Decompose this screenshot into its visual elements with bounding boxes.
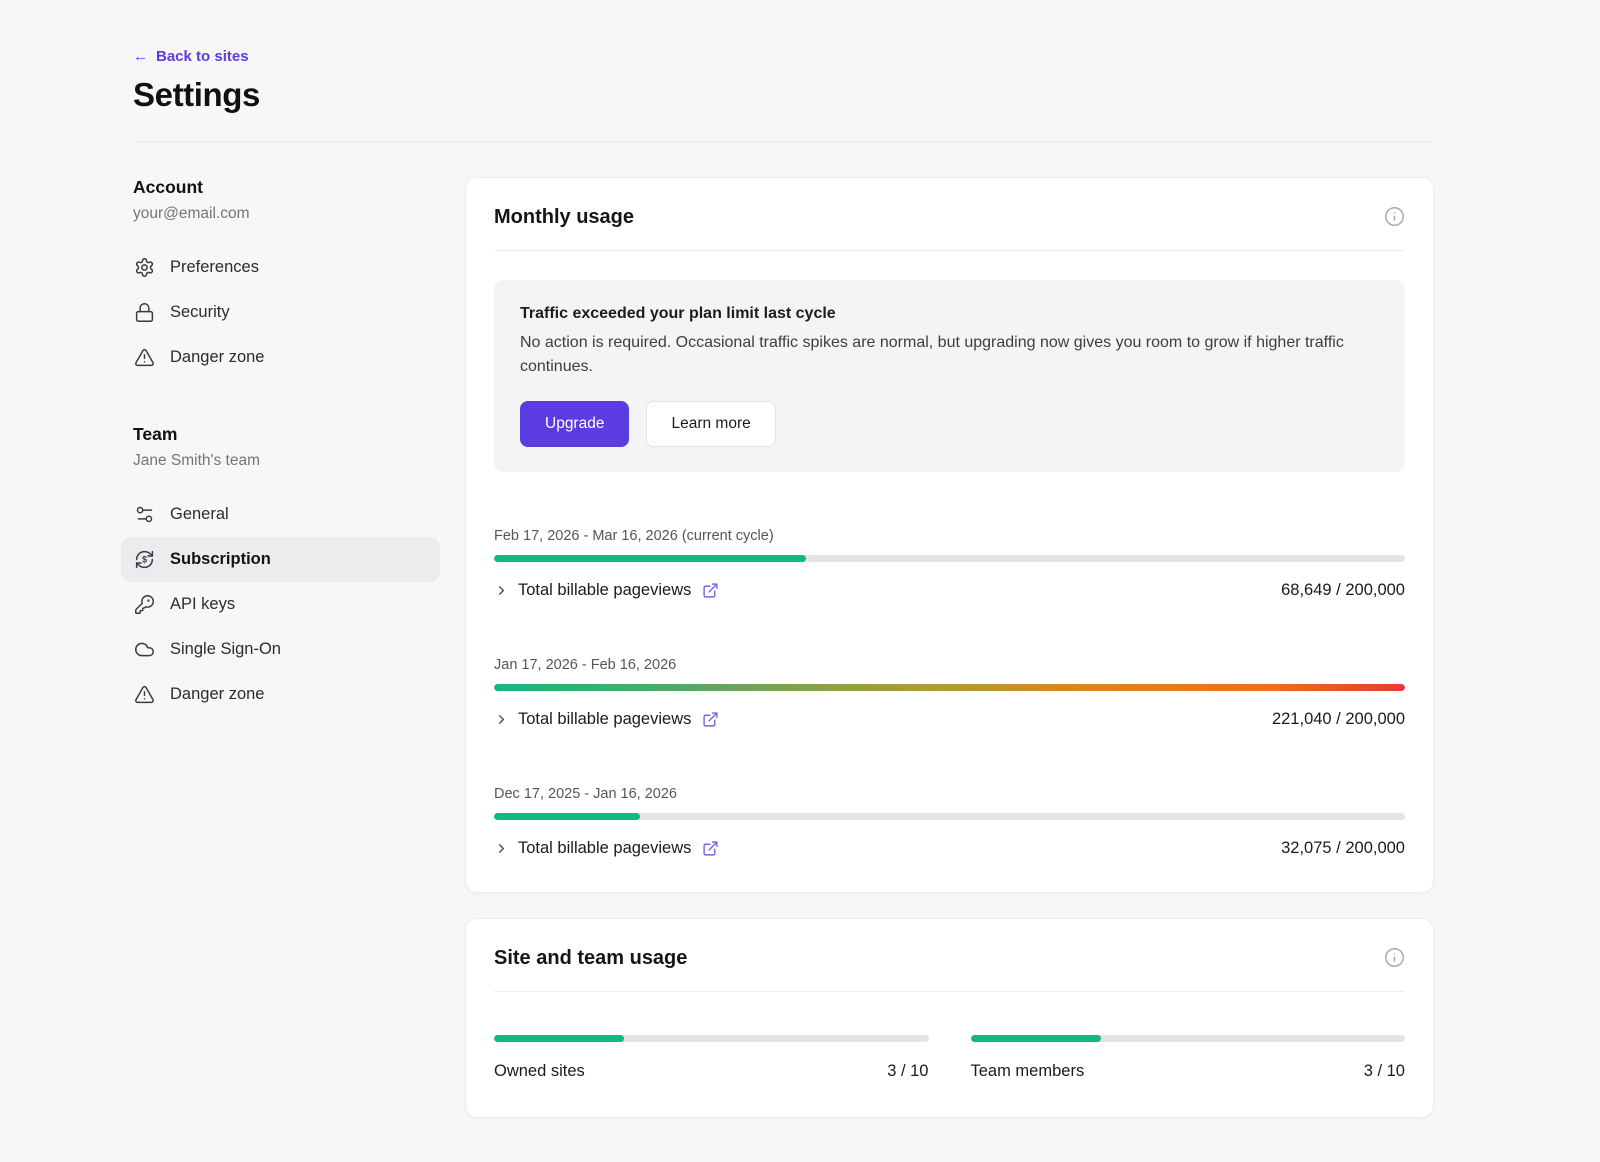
external-link-icon[interactable] [702, 711, 719, 728]
cycle-usage-value: 68,649 / 200,000 [1281, 581, 1405, 600]
meter-label: Team members [971, 1062, 1085, 1081]
sidebar-item-label: API keys [170, 595, 235, 614]
info-icon[interactable] [1384, 206, 1405, 227]
usage-bar-track [494, 555, 1405, 562]
meter-bar-fill [971, 1035, 1101, 1042]
billing-cycle: Jan 17, 2026 - Feb 16, 2026 [494, 657, 1405, 729]
meter-bar-fill [494, 1035, 624, 1042]
sidebar-item[interactable]: Single Sign-On [121, 627, 440, 672]
account-email: your@email.com [133, 205, 440, 223]
header-divider [133, 141, 1434, 142]
meter-label: Owned sites [494, 1062, 585, 1081]
cycle-period-label: Dec 17, 2025 - Jan 16, 2026 [494, 786, 1405, 802]
usage-bar-fill [494, 684, 1405, 691]
sidebar-item[interactable]: Preferences [121, 245, 440, 290]
upgrade-button[interactable]: Upgrade [520, 401, 629, 447]
sidebar-item-label: Danger zone [170, 348, 264, 367]
billing-cycle: Feb 17, 2026 - Mar 16, 2026 (current cyc… [494, 528, 1405, 600]
arrow-left-icon: ← [133, 48, 148, 65]
sidebar-item-label: Danger zone [170, 685, 264, 704]
cycle-expand-toggle[interactable]: Total billable pageviews [494, 581, 719, 600]
usage-meter: Team members 3 / 10 [971, 1024, 1406, 1081]
cloud-icon [134, 639, 155, 660]
cycle-usage-value: 221,040 / 200,000 [1272, 710, 1405, 729]
monthly-usage-title: Monthly usage [494, 206, 634, 229]
card-divider [494, 991, 1405, 992]
sidebar-item[interactable]: Danger zone [121, 672, 440, 717]
chevron-right-icon [494, 712, 509, 727]
billing-cycle: Dec 17, 2025 - Jan 16, 2026 [494, 786, 1405, 858]
team-section-title: Team [133, 424, 440, 445]
page-title: Settings [133, 76, 1434, 114]
cycle-metric-label: Total billable pageviews [518, 839, 691, 858]
learn-more-button[interactable]: Learn more [646, 401, 775, 447]
cycle-period-label: Feb 17, 2026 - Mar 16, 2026 (current cyc… [494, 528, 1405, 544]
sidebar-item-label: Single Sign-On [170, 640, 281, 659]
notice-body: No action is required. Occasional traffi… [520, 331, 1379, 379]
back-to-sites-link[interactable]: ← Back to sites [133, 48, 249, 65]
warning-icon [134, 684, 155, 705]
site-team-usage-title: Site and team usage [494, 947, 687, 970]
usage-bar-fill [494, 813, 640, 820]
sidebar-item-label: General [170, 505, 229, 524]
meter-bar-track [971, 1035, 1406, 1042]
svg-text:$: $ [142, 555, 147, 565]
usage-meter: Owned sites 3 / 10 [494, 1024, 929, 1081]
settings-page: ← Back to sites Settings Account your@em… [0, 0, 1600, 1162]
usage-bar-track [494, 813, 1405, 820]
traffic-exceeded-notice: Traffic exceeded your plan limit last cy… [494, 280, 1405, 472]
team-name: Jane Smith's team [133, 452, 440, 470]
back-to-sites-label: Back to sites [156, 48, 249, 65]
billing-cycles: Feb 17, 2026 - Mar 16, 2026 (current cyc… [494, 528, 1405, 858]
cycle-expand-toggle[interactable]: Total billable pageviews [494, 710, 719, 729]
meter-bar-track [494, 1035, 929, 1042]
cycle-metric-label: Total billable pageviews [518, 581, 691, 600]
sidebar-item[interactable]: General [121, 492, 440, 537]
account-section: Account your@email.com Preferences Secur… [133, 177, 440, 380]
meter-value: 3 / 10 [1364, 1062, 1405, 1081]
lock-icon [134, 302, 155, 323]
cycle-metric-label: Total billable pageviews [518, 710, 691, 729]
settings-main: Monthly usage Traffic exceeded your plan… [465, 177, 1434, 1118]
usage-bar-track [494, 684, 1405, 691]
cycle-usage-value: 32,075 / 200,000 [1281, 839, 1405, 858]
sidebar-item-label: Security [170, 303, 230, 322]
info-icon[interactable] [1384, 947, 1405, 968]
sidebar-item-label: Preferences [170, 258, 259, 277]
settings-sidebar: Account your@email.com Preferences Secur… [133, 177, 440, 717]
meter-value: 3 / 10 [887, 1062, 928, 1081]
cycle-period-label: Jan 17, 2026 - Feb 16, 2026 [494, 657, 1405, 673]
subscription-icon: $ [134, 549, 155, 570]
sidebar-item-label: Subscription [170, 550, 271, 569]
chevron-right-icon [494, 583, 509, 598]
team-nav: General $ Subscription API keys Single S… [121, 492, 440, 717]
site-team-usage-card: Site and team usage [465, 918, 1434, 1118]
cycle-expand-toggle[interactable]: Total billable pageviews [494, 839, 719, 858]
external-link-icon[interactable] [702, 840, 719, 857]
warning-icon [134, 347, 155, 368]
usage-bar-fill [494, 555, 806, 562]
sidebar-item[interactable]: $ Subscription [121, 537, 440, 582]
sidebar-item[interactable]: Danger zone [121, 335, 440, 380]
usage-meters: Owned sites 3 / 10 Team members 3 / 10 [494, 1024, 1405, 1089]
team-section: Team Jane Smith's team General $ Subscri… [133, 424, 440, 717]
key-icon [134, 594, 155, 615]
chevron-right-icon [494, 841, 509, 856]
gear-icon [134, 257, 155, 278]
card-divider [494, 250, 1405, 251]
sidebar-item[interactable]: API keys [121, 582, 440, 627]
account-nav: Preferences Security Danger zone [121, 245, 440, 380]
monthly-usage-card: Monthly usage Traffic exceeded your plan… [465, 177, 1434, 893]
external-link-icon[interactable] [702, 582, 719, 599]
sidebar-item[interactable]: Security [121, 290, 440, 335]
account-section-title: Account [133, 177, 440, 198]
notice-title: Traffic exceeded your plan limit last cy… [520, 305, 1379, 323]
sliders-icon [134, 504, 155, 525]
